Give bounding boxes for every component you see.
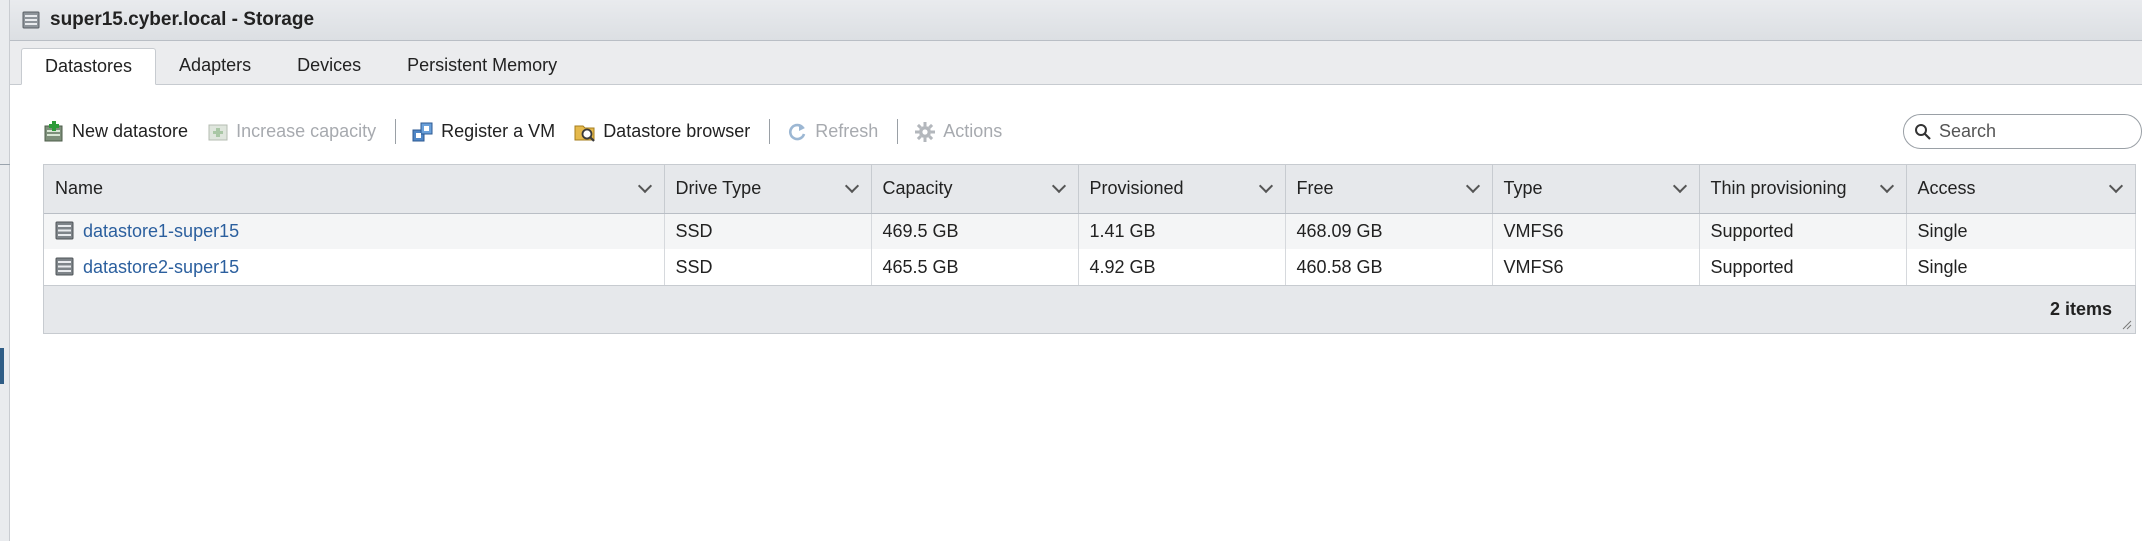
chevron-down-icon[interactable] xyxy=(1879,178,1894,193)
toolbar: New datastore Increase capacity Register… xyxy=(43,110,2142,153)
register-vm-label: Register a VM xyxy=(441,121,556,141)
datastores-table: Name Drive Type Capacity Provisioned Fre… xyxy=(43,164,2136,334)
search-input[interactable] xyxy=(1939,121,2129,142)
chevron-down-icon[interactable] xyxy=(1258,178,1273,193)
column-header-name[interactable]: Name xyxy=(44,165,665,214)
datastore-icon xyxy=(55,257,74,275)
register-vm-button[interactable]: Register a VM xyxy=(412,121,561,143)
chevron-down-icon[interactable] xyxy=(1672,178,1687,193)
toolbar-separator xyxy=(897,119,899,144)
column-header-type[interactable]: Type xyxy=(1492,165,1700,214)
datastore-icon xyxy=(55,221,74,240)
left-panel-edge xyxy=(0,0,10,541)
increase-capacity-icon xyxy=(208,124,228,140)
refresh-label: Refresh xyxy=(815,121,879,141)
panel-selection-marker xyxy=(0,348,4,384)
capacity-cell: 469.5 GB xyxy=(871,213,1079,249)
datastore-name-link[interactable]: datastore1-super15 xyxy=(83,221,239,241)
new-datastore-button[interactable]: New datastore xyxy=(43,120,194,143)
free-cell: 468.09 GB xyxy=(1285,213,1493,249)
datastore-name-link[interactable]: datastore2-super15 xyxy=(83,257,239,277)
provisioned-cell: 1.41 GB xyxy=(1078,213,1286,249)
new-datastore-label: New datastore xyxy=(72,121,189,141)
column-header-access[interactable]: Access xyxy=(1906,165,2136,214)
tab-bar: Datastores Adapters Devices Persistent M… xyxy=(10,41,2142,85)
increase-capacity-button[interactable]: Increase capacity xyxy=(207,121,382,143)
table-row[interactable]: datastore1-super15 SSD 469.5 GB 1.41 GB … xyxy=(44,213,2136,249)
datastore-browser-icon xyxy=(574,125,595,142)
drive-type-cell: SSD xyxy=(664,249,872,285)
chevron-down-icon[interactable] xyxy=(2108,178,2123,193)
column-header-drive-type[interactable]: Drive Type xyxy=(664,165,872,214)
column-header-thin-provisioning[interactable]: Thin provisioning xyxy=(1699,165,1907,214)
table-footer: 2 items xyxy=(44,285,2135,333)
column-header-provisioned[interactable]: Provisioned xyxy=(1078,165,1286,214)
chevron-down-icon[interactable] xyxy=(1465,178,1480,193)
toolbar-separator xyxy=(395,119,397,144)
type-cell: VMFS6 xyxy=(1492,249,1700,285)
table-row[interactable]: datastore2-super15 SSD 465.5 GB 4.92 GB … xyxy=(44,249,2136,285)
search-icon xyxy=(1915,123,1931,140)
access-cell: Single xyxy=(1906,213,2136,249)
window-title: super15.cyber.local - Storage xyxy=(50,9,315,30)
column-header-capacity[interactable]: Capacity xyxy=(871,165,1079,214)
type-cell: VMFS6 xyxy=(1492,213,1700,249)
panel-divider xyxy=(0,164,10,165)
datastore-browser-label: Datastore browser xyxy=(603,121,751,141)
thin-provisioning-cell: Supported xyxy=(1699,249,1907,285)
column-header-free[interactable]: Free xyxy=(1285,165,1493,214)
actions-button[interactable]: Actions xyxy=(914,121,1008,143)
table-header-row: Name Drive Type Capacity Provisioned Fre… xyxy=(44,165,2136,214)
tab-datastores[interactable]: Datastores xyxy=(21,48,157,85)
chevron-down-icon[interactable] xyxy=(844,178,859,193)
storage-icon xyxy=(22,11,40,29)
actions-label: Actions xyxy=(943,121,1003,141)
tab-persistent-memory[interactable]: Persistent Memory xyxy=(384,47,580,84)
drive-type-cell: SSD xyxy=(664,213,872,249)
datastore-name-cell[interactable]: datastore1-super15 xyxy=(44,213,665,249)
new-datastore-icon xyxy=(44,120,63,141)
tab-adapters[interactable]: Adapters xyxy=(156,47,274,84)
search-box xyxy=(1903,114,2142,149)
thin-provisioning-cell: Supported xyxy=(1699,213,1907,249)
datastores-panel: New datastore Increase capacity Register… xyxy=(43,110,2142,334)
item-count: 2 items xyxy=(2049,299,2112,319)
free-cell: 460.58 GB xyxy=(1285,249,1493,285)
capacity-cell: 465.5 GB xyxy=(871,249,1079,285)
window-titlebar: super15.cyber.local - Storage xyxy=(10,0,2142,41)
increase-capacity-label: Increase capacity xyxy=(236,121,377,141)
refresh-button[interactable]: Refresh xyxy=(786,121,884,143)
datastore-name-cell[interactable]: datastore2-super15 xyxy=(44,249,665,285)
toolbar-separator xyxy=(769,119,771,144)
datastore-browser-button[interactable]: Datastore browser xyxy=(574,121,756,143)
register-vm-icon xyxy=(412,122,433,141)
chevron-down-icon[interactable] xyxy=(637,178,652,193)
chevron-down-icon[interactable] xyxy=(1051,178,1066,193)
gear-icon xyxy=(915,121,936,142)
refresh-icon xyxy=(789,123,806,140)
provisioned-cell: 4.92 GB xyxy=(1078,249,1286,285)
tab-devices[interactable]: Devices xyxy=(274,47,384,84)
resize-grip-icon[interactable] xyxy=(2122,320,2132,330)
access-cell: Single xyxy=(1906,249,2136,285)
storage-window: super15.cyber.local - Storage Datastores… xyxy=(10,0,2142,541)
